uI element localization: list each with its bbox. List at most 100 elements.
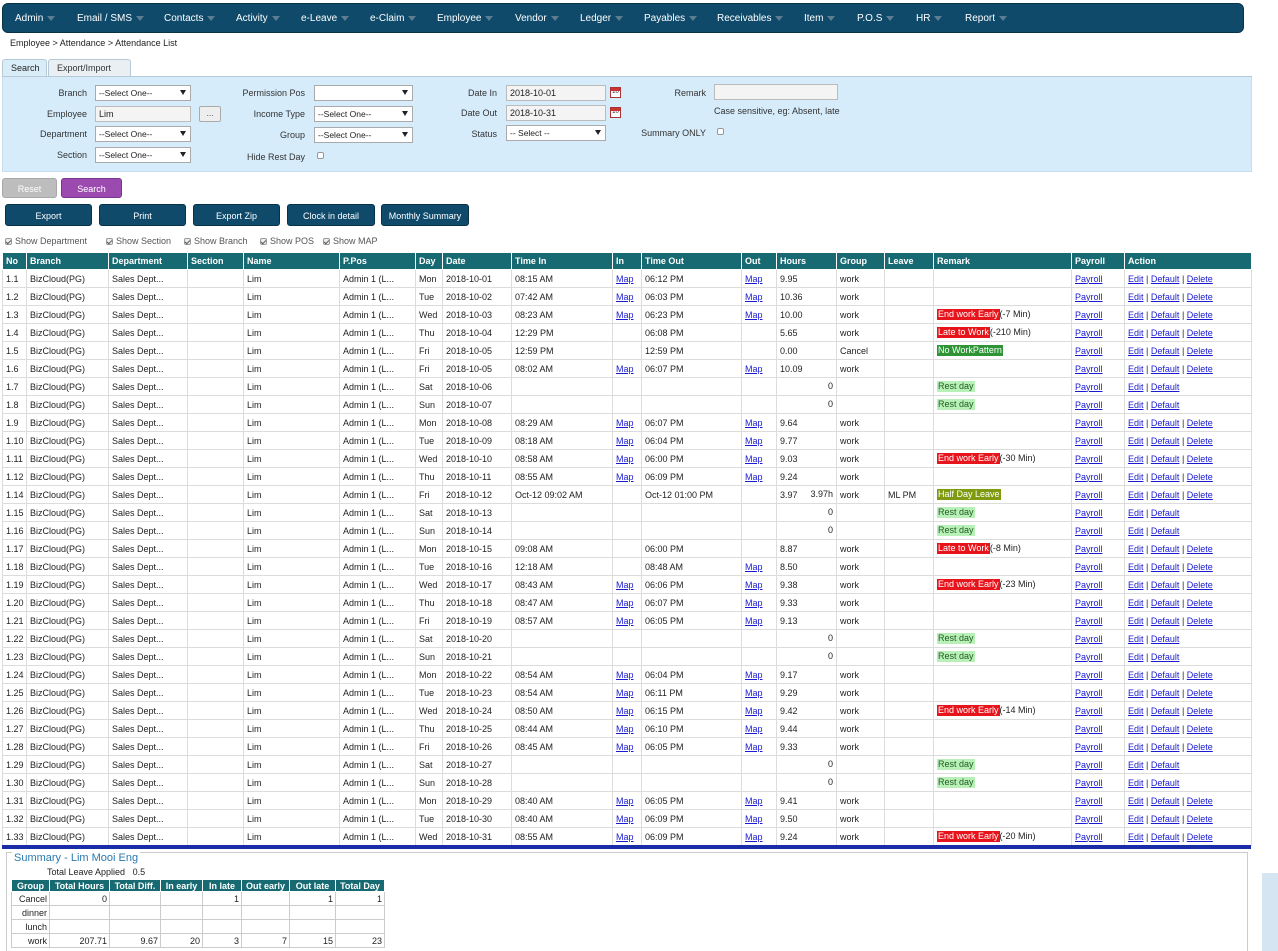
default-link[interactable]: Default xyxy=(1151,346,1180,356)
default-link[interactable]: Default xyxy=(1151,310,1180,320)
default-link[interactable]: Default xyxy=(1151,796,1180,806)
col-header-in[interactable]: In xyxy=(612,252,642,270)
map-out-link[interactable]: Map xyxy=(745,688,763,698)
tab-search[interactable]: Search xyxy=(2,59,47,77)
edit-link[interactable]: Edit xyxy=(1128,508,1144,518)
delete-link[interactable]: Delete xyxy=(1187,490,1213,500)
edit-link[interactable]: Edit xyxy=(1128,310,1144,320)
default-link[interactable]: Default xyxy=(1151,490,1180,500)
edit-link[interactable]: Edit xyxy=(1128,364,1144,374)
edit-link[interactable]: Edit xyxy=(1128,634,1144,644)
nav-item-ledger[interactable]: Ledger xyxy=(580,4,624,34)
show-branch-checkbox[interactable] xyxy=(184,238,191,245)
payroll-link[interactable]: Payroll xyxy=(1075,580,1103,590)
branch-select[interactable]: --Select One-- xyxy=(95,85,191,101)
delete-link[interactable]: Delete xyxy=(1187,454,1213,464)
date-in-input[interactable]: 2018-10-01 xyxy=(506,85,606,101)
payroll-link[interactable]: Payroll xyxy=(1075,508,1103,518)
map-out-link[interactable]: Map xyxy=(745,796,763,806)
payroll-link[interactable]: Payroll xyxy=(1075,292,1103,302)
nav-item-item[interactable]: Item xyxy=(804,4,836,34)
show-department-checkbox[interactable] xyxy=(5,238,12,245)
print-button[interactable]: Print xyxy=(99,204,186,226)
delete-link[interactable]: Delete xyxy=(1187,598,1213,608)
default-link[interactable]: Default xyxy=(1151,652,1180,662)
edit-link[interactable]: Edit xyxy=(1128,292,1144,302)
delete-link[interactable]: Delete xyxy=(1187,562,1213,572)
delete-link[interactable]: Delete xyxy=(1187,436,1213,446)
default-link[interactable]: Default xyxy=(1151,598,1180,608)
map-in-link[interactable]: Map xyxy=(616,688,634,698)
show-pos-option[interactable]: Show POS xyxy=(260,236,314,246)
col-header-out[interactable]: Out xyxy=(741,252,777,270)
payroll-link[interactable]: Payroll xyxy=(1075,598,1103,608)
show-department-option[interactable]: Show Department xyxy=(5,236,87,246)
edit-link[interactable]: Edit xyxy=(1128,598,1144,608)
map-out-link[interactable]: Map xyxy=(745,454,763,464)
map-out-link[interactable]: Map xyxy=(745,292,763,302)
default-link[interactable]: Default xyxy=(1151,778,1180,788)
default-link[interactable]: Default xyxy=(1151,634,1180,644)
search-button[interactable]: Search xyxy=(61,178,122,198)
map-out-link[interactable]: Map xyxy=(745,814,763,824)
nav-item-receivables[interactable]: Receivables xyxy=(717,4,784,34)
map-out-link[interactable]: Map xyxy=(745,310,763,320)
payroll-link[interactable]: Payroll xyxy=(1075,544,1103,554)
delete-link[interactable]: Delete xyxy=(1187,544,1213,554)
col-header-department[interactable]: Department xyxy=(108,252,188,270)
delete-link[interactable]: Delete xyxy=(1187,418,1213,428)
map-in-link[interactable]: Map xyxy=(616,616,634,626)
delete-link[interactable]: Delete xyxy=(1187,328,1213,338)
map-in-link[interactable]: Map xyxy=(616,706,634,716)
payroll-link[interactable]: Payroll xyxy=(1075,796,1103,806)
nav-item-vendor[interactable]: Vendor xyxy=(515,4,559,34)
payroll-link[interactable]: Payroll xyxy=(1075,346,1103,356)
nav-item-email-sms[interactable]: Email / SMS xyxy=(77,4,145,34)
nav-item-e-leave[interactable]: e-Leave xyxy=(301,4,350,34)
nav-item-e-claim[interactable]: e-Claim xyxy=(370,4,417,34)
section-select[interactable]: --Select One-- xyxy=(95,147,191,163)
col-header-date[interactable]: Date xyxy=(442,252,512,270)
default-link[interactable]: Default xyxy=(1151,436,1180,446)
map-in-link[interactable]: Map xyxy=(616,598,634,608)
delete-link[interactable]: Delete xyxy=(1187,472,1213,482)
default-link[interactable]: Default xyxy=(1151,688,1180,698)
map-in-link[interactable]: Map xyxy=(616,724,634,734)
map-in-link[interactable]: Map xyxy=(616,418,634,428)
map-in-link[interactable]: Map xyxy=(616,274,634,284)
edit-link[interactable]: Edit xyxy=(1128,382,1144,392)
col-header-payroll[interactable]: Payroll xyxy=(1071,252,1125,270)
edit-link[interactable]: Edit xyxy=(1128,454,1144,464)
map-in-link[interactable]: Map xyxy=(616,814,634,824)
map-out-link[interactable]: Map xyxy=(745,364,763,374)
payroll-link[interactable]: Payroll xyxy=(1075,688,1103,698)
map-out-link[interactable]: Map xyxy=(745,724,763,734)
nav-item-p-o-s[interactable]: P.O.S xyxy=(857,4,895,34)
permission-pos-select[interactable] xyxy=(314,85,413,101)
page-scrollbar[interactable] xyxy=(1262,0,1278,951)
department-select[interactable]: --Select One-- xyxy=(95,126,191,142)
default-link[interactable]: Default xyxy=(1151,274,1180,284)
show-pos-checkbox[interactable] xyxy=(260,238,267,245)
map-in-link[interactable]: Map xyxy=(616,292,634,302)
tab-export-import[interactable]: Export/Import xyxy=(48,59,131,77)
remark-input[interactable] xyxy=(714,84,838,100)
col-header-remark[interactable]: Remark xyxy=(933,252,1072,270)
payroll-link[interactable]: Payroll xyxy=(1075,634,1103,644)
payroll-link[interactable]: Payroll xyxy=(1075,832,1103,842)
calendar-icon[interactable]: 10 xyxy=(610,87,621,98)
map-out-link[interactable]: Map xyxy=(745,670,763,680)
default-link[interactable]: Default xyxy=(1151,292,1180,302)
edit-link[interactable]: Edit xyxy=(1128,346,1144,356)
edit-link[interactable]: Edit xyxy=(1128,778,1144,788)
default-link[interactable]: Default xyxy=(1151,706,1180,716)
map-out-link[interactable]: Map xyxy=(745,580,763,590)
default-link[interactable]: Default xyxy=(1151,328,1180,338)
payroll-link[interactable]: Payroll xyxy=(1075,562,1103,572)
payroll-link[interactable]: Payroll xyxy=(1075,454,1103,464)
map-in-link[interactable]: Map xyxy=(616,742,634,752)
default-link[interactable]: Default xyxy=(1151,616,1180,626)
edit-link[interactable]: Edit xyxy=(1128,400,1144,410)
col-header-leave[interactable]: Leave xyxy=(884,252,934,270)
edit-link[interactable]: Edit xyxy=(1128,490,1144,500)
